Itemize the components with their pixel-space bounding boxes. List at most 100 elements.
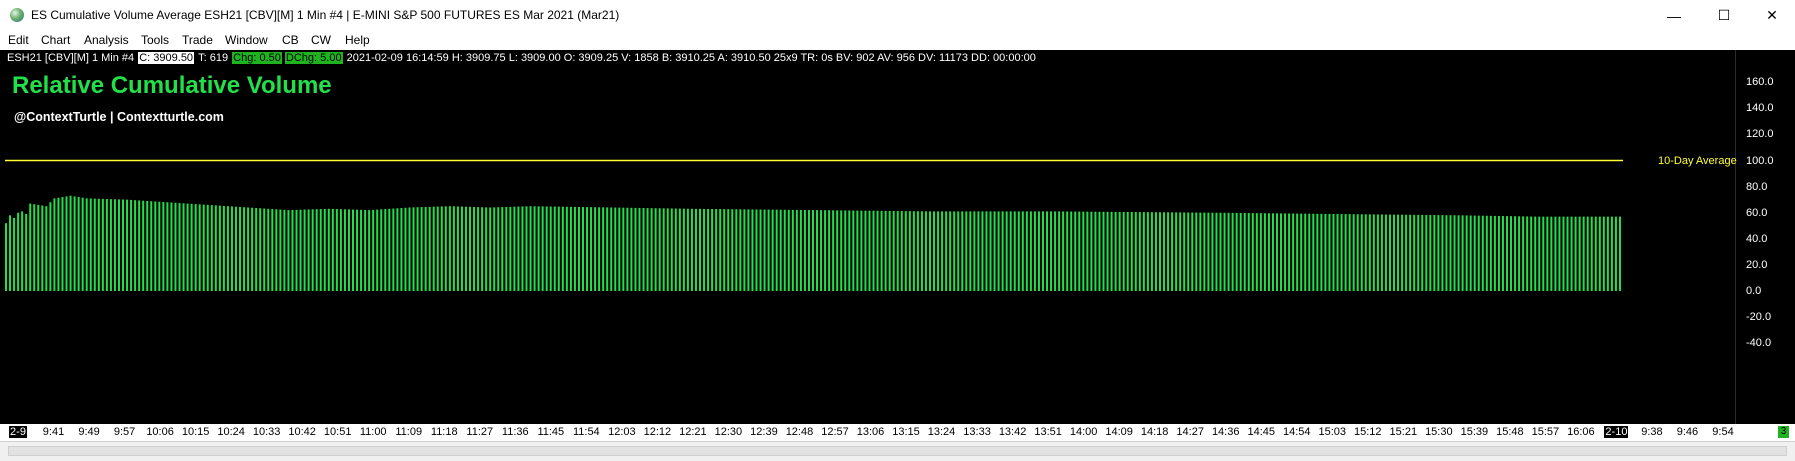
volume-bar xyxy=(368,210,371,291)
volume-bar xyxy=(521,206,524,291)
volume-bar xyxy=(771,209,774,291)
volume-bar xyxy=(489,207,492,291)
volume-bar xyxy=(1397,214,1400,291)
volume-bar xyxy=(315,209,318,291)
volume-bar xyxy=(674,208,677,291)
volume-bar xyxy=(1388,214,1391,291)
volume-bar xyxy=(21,211,24,291)
volume-bar xyxy=(1086,211,1089,291)
volume-bar xyxy=(1530,216,1533,291)
volume-bar xyxy=(1167,212,1170,291)
volume-bar xyxy=(1534,216,1537,291)
volume-bar xyxy=(1586,216,1589,291)
volume-bar xyxy=(1263,213,1266,291)
volume-bar xyxy=(1425,214,1428,291)
volume-bar xyxy=(537,206,540,291)
volume-bar xyxy=(977,211,980,291)
x-tick-label: 15:48 xyxy=(1496,426,1524,438)
x-tick-label: 12:12 xyxy=(643,426,672,438)
volume-bar xyxy=(339,209,342,291)
volume-bar xyxy=(1288,213,1291,291)
volume-bar xyxy=(1098,211,1101,291)
time-axis[interactable]: 3 2-9 9:41 9:49 9:57 10:06 10:15 10:24 10:33 10:… xyxy=(0,424,1795,441)
volume-bar xyxy=(81,197,84,291)
volume-bar xyxy=(541,206,544,291)
x-tick-label: 11:09 xyxy=(395,426,423,438)
volume-bar xyxy=(856,210,859,291)
volume-bar xyxy=(1146,212,1149,291)
volume-bar xyxy=(408,207,411,291)
volume-bar xyxy=(1578,216,1581,291)
minimize-button[interactable]: — xyxy=(1651,0,1697,31)
menu-window[interactable]: Window xyxy=(225,33,268,47)
volume-bar xyxy=(239,206,242,291)
volume-bar xyxy=(1590,216,1593,291)
volume-bar xyxy=(295,209,298,291)
y-tick-label: 60.0 xyxy=(1746,206,1768,219)
volume-bar xyxy=(989,211,992,291)
volume-bar xyxy=(763,209,766,291)
y-tick-label: 20.0 xyxy=(1746,258,1768,271)
x-tick-label: 15:21 xyxy=(1389,426,1418,438)
volume-bar xyxy=(803,210,806,291)
menu-tools[interactable]: Tools xyxy=(141,33,169,47)
volume-bar xyxy=(953,211,956,291)
volume-bar xyxy=(93,198,96,291)
volume-bar xyxy=(1267,213,1270,291)
volume-bar xyxy=(892,210,895,291)
volume-bar xyxy=(456,206,459,291)
volume-bar xyxy=(1142,212,1145,291)
maximize-button[interactable]: ☐ xyxy=(1701,0,1747,31)
menu-edit[interactable]: Edit xyxy=(8,33,29,47)
volume-bar xyxy=(1102,211,1105,291)
volume-bar xyxy=(743,209,746,291)
volume-bar xyxy=(715,209,718,291)
chart-area[interactable]: ESH21 [CBV][M] 1 Min #4 C: 3909.50 T: 61… xyxy=(0,50,1795,424)
volume-bar xyxy=(1239,212,1242,291)
y-tick-label: 140.0 xyxy=(1746,102,1774,115)
menu-chart[interactable]: Chart xyxy=(41,33,70,47)
volume-bar xyxy=(787,209,790,291)
volume-bar xyxy=(941,211,944,291)
menu-analysis[interactable]: Analysis xyxy=(84,33,129,47)
volume-bar xyxy=(561,206,564,291)
bottom-bar xyxy=(0,441,1795,461)
volume-bar xyxy=(485,207,488,291)
volume-bar xyxy=(162,202,165,291)
x-tick-label: 11:54 xyxy=(572,426,600,438)
volume-bar xyxy=(440,206,443,291)
volume-bar xyxy=(1518,216,1521,291)
volume-bar xyxy=(130,199,133,291)
close-button[interactable]: ✕ xyxy=(1749,0,1795,31)
volume-bar xyxy=(89,198,92,291)
volume-bar xyxy=(876,210,879,291)
volume-bar xyxy=(85,198,88,291)
volume-bar xyxy=(1413,214,1416,291)
menu-cw[interactable]: CW xyxy=(311,33,331,47)
volume-bar xyxy=(888,210,891,291)
volume-bar xyxy=(444,206,447,291)
x-tick-label: 10:24 xyxy=(217,426,245,438)
volume-bar xyxy=(291,209,294,291)
volume-bar xyxy=(138,200,141,291)
menu-cb[interactable]: CB xyxy=(282,33,299,47)
volume-bar xyxy=(1505,216,1508,291)
volume-bar xyxy=(517,206,520,291)
x-tick-label: 13:33 xyxy=(963,426,991,438)
volume-bar xyxy=(594,207,597,291)
volume-bar xyxy=(949,211,952,291)
volume-bar xyxy=(1614,216,1617,291)
menu-trade[interactable]: Trade xyxy=(182,33,213,47)
volume-bar xyxy=(872,210,875,291)
volume-bar xyxy=(150,201,153,291)
volume-bar xyxy=(686,208,689,291)
volume-bar xyxy=(929,211,931,291)
horizontal-scrollbar[interactable] xyxy=(8,446,1787,456)
volume-bar xyxy=(618,207,621,291)
volume-bar xyxy=(1037,211,1040,291)
menu-help[interactable]: Help xyxy=(345,33,370,47)
volume-bar xyxy=(662,208,665,291)
volume-bar xyxy=(1308,213,1311,291)
volume-bar xyxy=(190,203,193,291)
volume-bar xyxy=(469,206,472,291)
